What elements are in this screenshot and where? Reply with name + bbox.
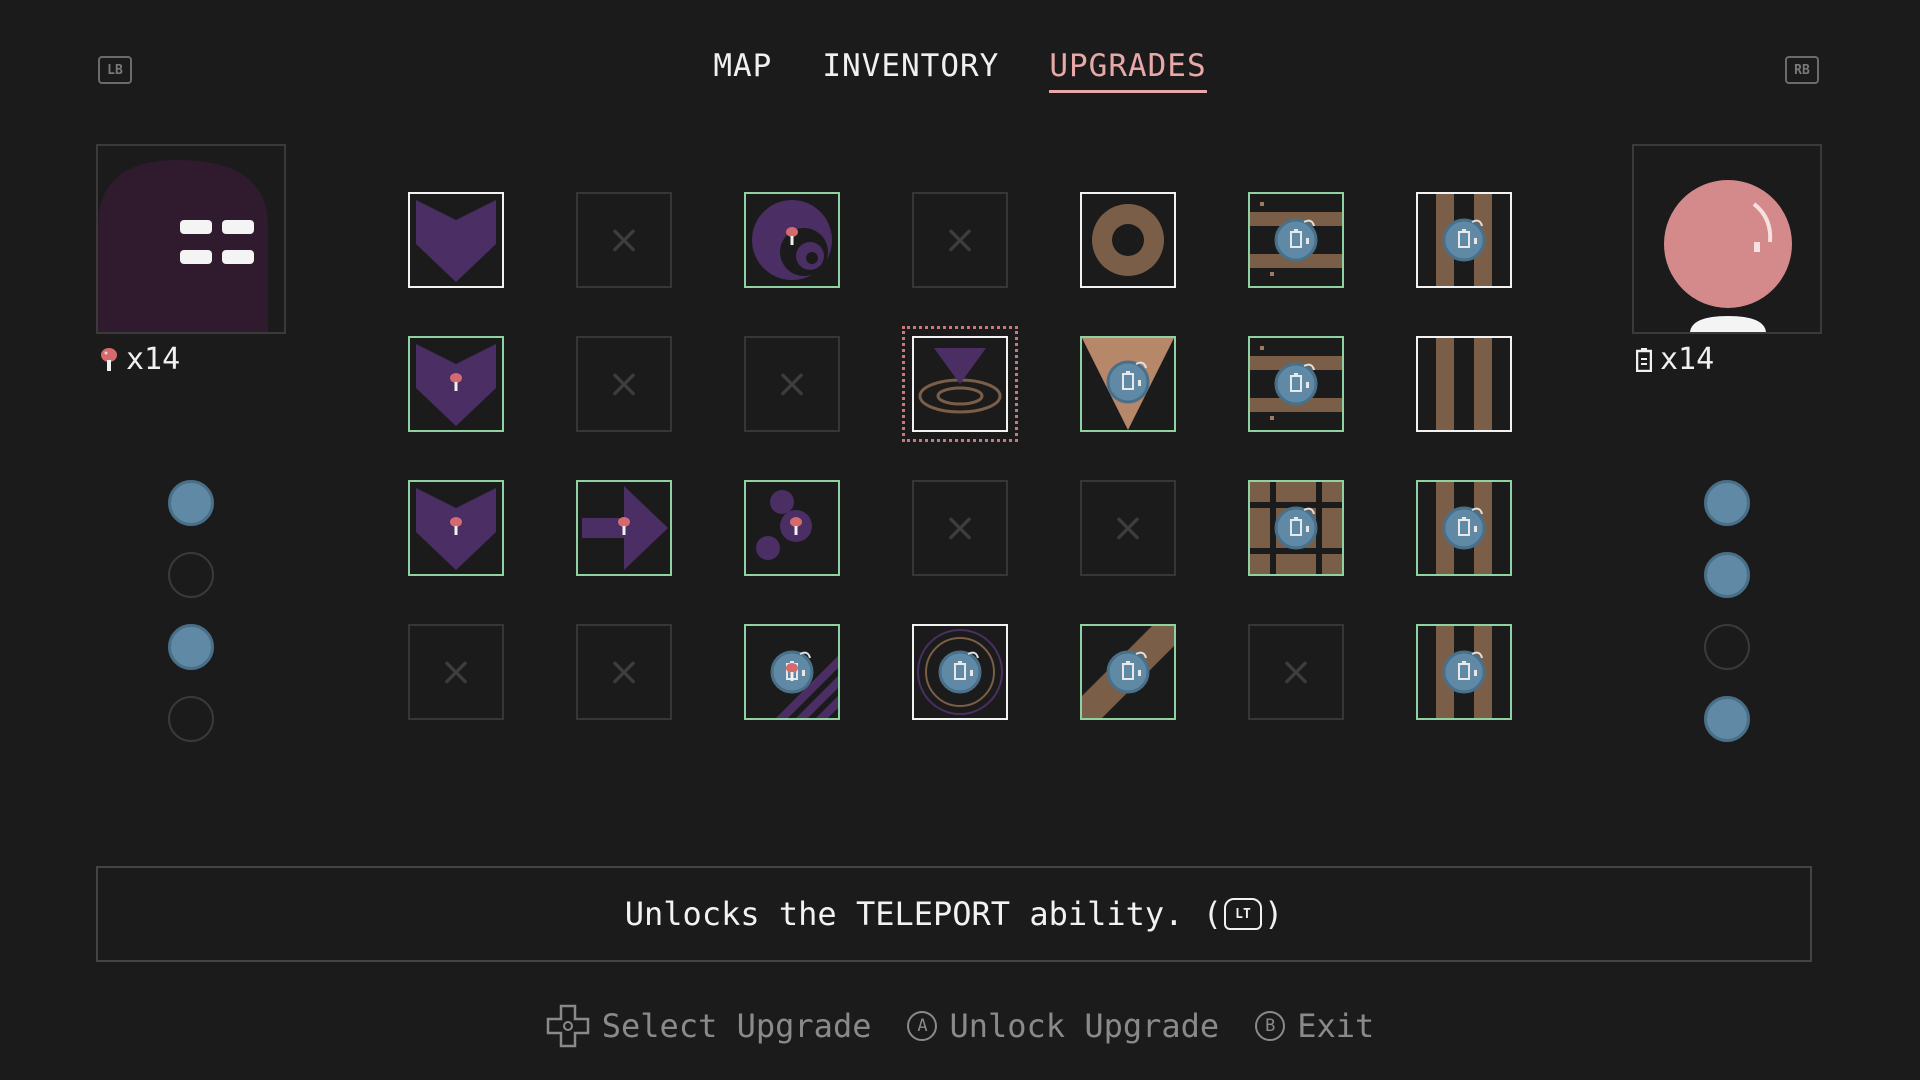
upgrade-slot-3-5[interactable]	[1080, 480, 1176, 576]
upgrade-slot-3-7[interactable]	[1416, 480, 1512, 576]
hint-label: Unlock Upgrade	[949, 1007, 1220, 1045]
triangle-bomb-icon	[1082, 338, 1174, 430]
upgrade-slot-4-2[interactable]	[576, 624, 672, 720]
mushroom-icon	[101, 347, 117, 371]
b-button-icon: B	[1255, 1011, 1286, 1041]
a-button-icon: A	[907, 1011, 938, 1041]
upgrade-slot-1-5[interactable]	[1080, 192, 1176, 288]
swirl-mushroom-icon	[752, 200, 832, 280]
tab-inventory[interactable]: INVENTORY	[822, 48, 999, 93]
tab-bar: MAP INVENTORY UPGRADES	[0, 48, 1920, 93]
spores-mushroom-icon	[756, 490, 812, 560]
left-level-dot-3	[168, 624, 214, 670]
arrow-mushroom-icon	[582, 486, 668, 570]
left-level-dot-2	[168, 552, 214, 598]
selection-cursor	[902, 326, 1018, 442]
donut-icon	[1092, 204, 1164, 276]
upgrade-slot-4-5[interactable]	[1080, 624, 1176, 720]
upgrade-slot-1-3[interactable]	[744, 192, 840, 288]
left-level-dot-4	[168, 696, 214, 742]
upgrade-slot-2-5[interactable]	[1080, 336, 1176, 432]
dpad-icon	[546, 1004, 589, 1048]
battery-icon	[1636, 347, 1652, 372]
upgrade-slot-3-6[interactable]	[1248, 480, 1344, 576]
pillar-bomb-icon	[1436, 626, 1492, 718]
upgrade-slot-4-6[interactable]	[1248, 624, 1344, 720]
upgrade-slot-3-4[interactable]	[912, 480, 1008, 576]
description-text: Unlocks the TELEPORT ability. (	[624, 895, 1222, 933]
bars-bomb-icon	[1250, 202, 1342, 276]
battery-count: x14	[1660, 342, 1715, 377]
upgrade-slot-1-2[interactable]	[576, 192, 672, 288]
bars-bomb-icon	[1250, 346, 1342, 420]
grid-bomb-icon	[1250, 482, 1342, 574]
ring-bomb-icon	[917, 629, 1003, 715]
ghost-character-icon	[98, 160, 268, 332]
tab-upgrades[interactable]: UPGRADES	[1049, 48, 1207, 93]
upgrade-description: Unlocks the TELEPORT ability. ( LT )	[96, 866, 1812, 962]
pillar-icon	[1436, 338, 1492, 430]
footer-hints: Select Upgrade A Unlock Upgrade B Exit	[0, 1004, 1920, 1048]
upgrade-slot-2-3[interactable]	[744, 336, 840, 432]
upgrade-slot-4-3[interactable]	[744, 624, 840, 720]
heart-mushroom-icon	[416, 488, 496, 570]
upgrade-slot-3-1[interactable]	[408, 480, 504, 576]
upgrade-slot-1-4[interactable]	[912, 192, 1008, 288]
orb-character-icon	[1664, 180, 1792, 332]
right-level-dot-2	[1704, 552, 1750, 598]
hint-unlock-upgrade: A Unlock Upgrade	[907, 1004, 1219, 1048]
left-level-dot-1	[168, 480, 214, 526]
upgrade-slot-2-6[interactable]	[1248, 336, 1344, 432]
upgrade-slot-1-1[interactable]	[408, 192, 504, 288]
upgrade-slot-4-1[interactable]	[408, 624, 504, 720]
upgrade-slot-3-2[interactable]	[576, 480, 672, 576]
heart-mushroom-icon	[416, 344, 496, 426]
description-text-end: )	[1263, 895, 1284, 933]
upgrade-slot-4-4[interactable]	[912, 624, 1008, 720]
upgrade-slot-4-7[interactable]	[1416, 624, 1512, 720]
lt-button-icon: LT	[1223, 898, 1262, 930]
hint-label: Exit	[1297, 1007, 1375, 1045]
upgrade-slot-1-7[interactable]	[1416, 192, 1512, 288]
pillar-bomb-icon	[1436, 482, 1492, 574]
right-level-dot-4	[1704, 696, 1750, 742]
battery-counter: x14	[1636, 342, 1714, 377]
upgrade-slot-1-6[interactable]	[1248, 192, 1344, 288]
diagonal-bomb-icon	[1082, 626, 1174, 718]
heart-icon	[416, 200, 496, 282]
left-character-portrait	[96, 144, 286, 334]
upgrade-slot-3-3[interactable]	[744, 480, 840, 576]
tab-map[interactable]: MAP	[713, 48, 772, 93]
hint-label: Select Upgrade	[601, 1007, 872, 1045]
right-level-dot-3	[1704, 624, 1750, 670]
upgrade-slot-2-1[interactable]	[408, 336, 504, 432]
mushroom-counter: x14	[100, 342, 180, 377]
hint-select-upgrade: Select Upgrade	[546, 1004, 872, 1048]
upgrade-slot-2-7[interactable]	[1416, 336, 1512, 432]
mushroom-count: x14	[126, 342, 181, 377]
pillar-bomb-icon	[1436, 194, 1492, 286]
right-level-dot-1	[1704, 480, 1750, 526]
right-character-portrait	[1632, 144, 1822, 334]
upgrade-slot-2-2[interactable]	[576, 336, 672, 432]
stripe-bomb-icon	[770, 650, 838, 718]
hint-exit: B Exit	[1255, 1004, 1374, 1048]
